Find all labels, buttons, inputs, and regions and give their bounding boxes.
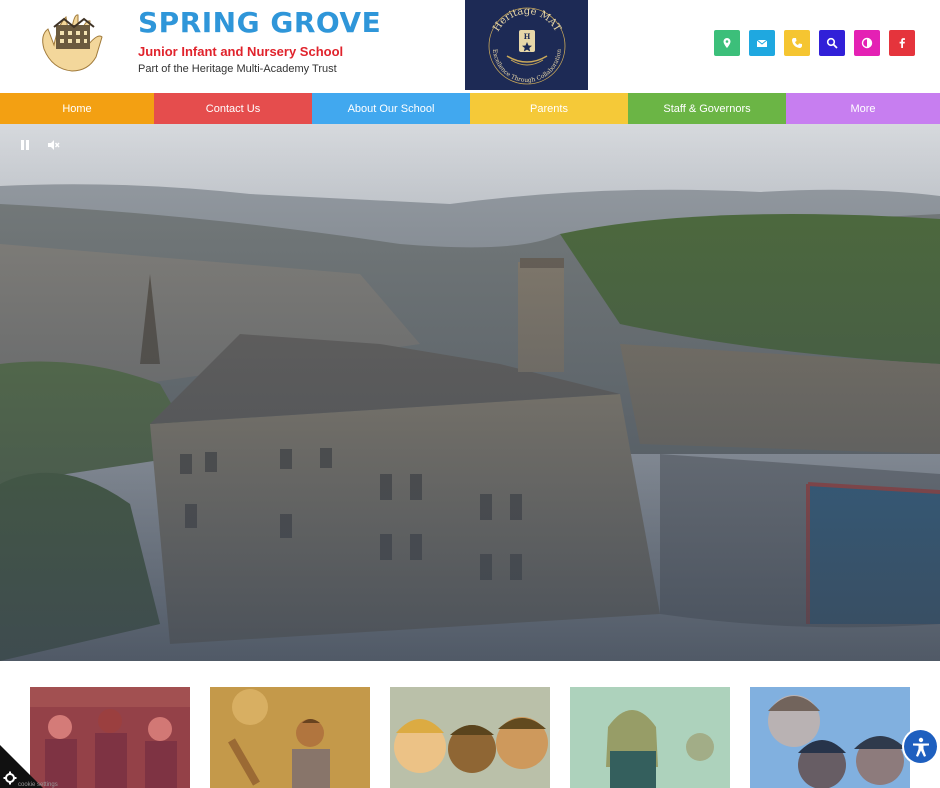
location-icon bbox=[723, 38, 731, 48]
feature-card-2[interactable] bbox=[210, 687, 370, 788]
svg-text:Heritage MAT: Heritage MAT bbox=[491, 6, 563, 34]
feature-card-5[interactable] bbox=[750, 687, 910, 788]
school-aerial-image bbox=[0, 124, 940, 661]
children-reading-image bbox=[30, 687, 190, 788]
main-navigation: Home Contact Us About Our School Parents… bbox=[0, 93, 940, 124]
contrast-button[interactable] bbox=[854, 30, 880, 56]
facebook-icon bbox=[899, 38, 905, 48]
nav-more[interactable]: More bbox=[786, 93, 940, 124]
facebook-button[interactable] bbox=[889, 30, 915, 56]
heritage-mat-logo[interactable]: Heritage MAT Excellence Through Collabor… bbox=[465, 0, 588, 90]
svg-text:Excellence Through Collaborati: Excellence Through Collaboration bbox=[490, 49, 562, 84]
contrast-icon bbox=[861, 37, 873, 49]
heritage-mat-seal-icon: Heritage MAT Excellence Through Collabor… bbox=[488, 6, 565, 85]
feature-card-3[interactable] bbox=[390, 687, 550, 788]
mute-icon[interactable] bbox=[46, 138, 60, 152]
pause-icon[interactable] bbox=[18, 138, 32, 152]
nav-contact-us[interactable]: Contact Us bbox=[154, 93, 312, 124]
mat-logo-letter: H bbox=[523, 32, 530, 41]
social-icons bbox=[714, 30, 915, 56]
hero-video[interactable] bbox=[0, 124, 940, 661]
teacher-class-image bbox=[570, 687, 730, 788]
video-controls bbox=[18, 138, 60, 152]
nav-parents[interactable]: Parents bbox=[470, 93, 628, 124]
email-button[interactable] bbox=[749, 30, 775, 56]
email-icon bbox=[756, 39, 768, 47]
location-button[interactable] bbox=[714, 30, 740, 56]
accessibility-icon bbox=[912, 737, 929, 757]
feature-card-1[interactable] bbox=[30, 687, 190, 788]
school-crest-icon[interactable] bbox=[38, 5, 108, 75]
boy-cricket-image bbox=[210, 687, 370, 788]
cookie-settings-label[interactable]: cookie settings bbox=[18, 782, 58, 788]
laughing-girls-image bbox=[750, 687, 910, 788]
nav-about-our-school[interactable]: About Our School bbox=[312, 93, 470, 124]
school-subtitle: Junior Infant and Nursery School bbox=[138, 44, 344, 59]
mat-logo-top-text: Heritage MAT bbox=[491, 6, 563, 34]
smiling-children-image bbox=[390, 687, 550, 788]
nav-home[interactable]: Home bbox=[0, 93, 154, 124]
phone-icon bbox=[792, 38, 802, 48]
accessibility-button[interactable] bbox=[904, 730, 937, 763]
school-name[interactable]: SPRING GROVE bbox=[138, 6, 381, 39]
feature-cards bbox=[0, 661, 940, 788]
site-header: SPRING GROVE Junior Infant and Nursery S… bbox=[0, 0, 940, 93]
phone-button[interactable] bbox=[784, 30, 810, 56]
gear-icon[interactable] bbox=[3, 771, 17, 785]
feature-card-4[interactable] bbox=[570, 687, 730, 788]
nav-staff-governors[interactable]: Staff & Governors bbox=[628, 93, 786, 124]
search-icon bbox=[826, 37, 838, 49]
trust-line: Part of the Heritage Multi-Academy Trust bbox=[138, 63, 337, 75]
mat-logo-bottom-text: Excellence Through Collaboration bbox=[490, 49, 562, 84]
search-button[interactable] bbox=[819, 30, 845, 56]
